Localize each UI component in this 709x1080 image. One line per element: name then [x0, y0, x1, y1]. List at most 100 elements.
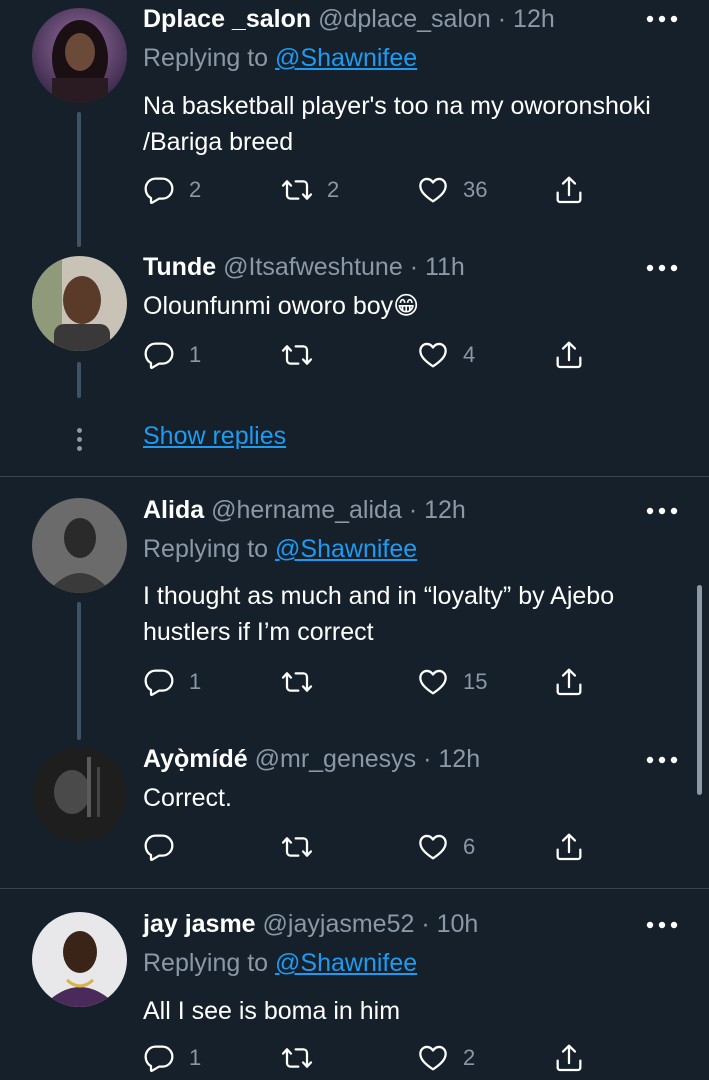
like-button[interactable]: 2 — [417, 1040, 475, 1076]
display-name[interactable]: jay jasme — [143, 910, 256, 938]
retweet-icon — [281, 174, 313, 206]
divider — [0, 476, 709, 477]
reply-icon — [143, 1042, 175, 1074]
tweet-text: Na basketball player's too na my oworons… — [143, 92, 651, 156]
reply-count: 1 — [189, 1045, 202, 1070]
display-name[interactable]: Tunde — [143, 253, 216, 281]
share-icon — [553, 1042, 585, 1074]
heart-icon — [417, 666, 449, 698]
handle[interactable]: @jayjasme52 — [263, 910, 415, 938]
like-count: 6 — [463, 834, 476, 859]
like-count: 15 — [463, 669, 488, 694]
retweet-button[interactable] — [281, 664, 313, 700]
divider — [0, 888, 709, 889]
share-icon — [553, 666, 585, 698]
avatar[interactable] — [32, 8, 127, 103]
display-name[interactable]: Ayọ̀mídé — [143, 745, 248, 773]
like-button[interactable]: 4 — [417, 337, 475, 373]
mention-link[interactable]: @Shawnifee — [275, 949, 417, 977]
like-count: 36 — [463, 177, 488, 202]
timestamp[interactable]: · 10h — [421, 910, 478, 938]
tweet-header: jay jasme @jayjasme52 · 10h — [143, 907, 478, 941]
tweet-header: Ayọ̀mídé @mr_genesys · 12h — [143, 742, 480, 776]
replying-to: Replying to @Shawnifee — [143, 946, 417, 980]
reply-button[interactable] — [143, 829, 175, 865]
share-button[interactable] — [553, 829, 585, 865]
more-icon[interactable] — [645, 504, 679, 518]
heart-icon — [417, 174, 449, 206]
timestamp[interactable]: · 12h — [409, 496, 466, 524]
more-icon[interactable] — [645, 12, 679, 26]
replying-to-label: Replying to — [143, 44, 276, 72]
replying-to: Replying to @Shawnifee — [143, 41, 417, 75]
thread-line — [77, 602, 81, 740]
reply-count: 1 — [189, 669, 202, 694]
retweet-button[interactable] — [281, 1040, 313, 1076]
avatar[interactable] — [32, 747, 127, 842]
retweet-icon — [281, 831, 313, 863]
show-replies-link[interactable]: Show replies — [143, 422, 286, 451]
retweet-button[interactable] — [281, 829, 313, 865]
reply-icon — [143, 174, 175, 206]
like-button[interactable]: 36 — [417, 172, 487, 208]
retweet-icon — [281, 1042, 313, 1074]
thread-line — [77, 362, 81, 398]
avatar[interactable] — [32, 498, 127, 593]
tweet-header: Alida @hername_alida · 12h — [143, 493, 466, 527]
like-button[interactable]: 6 — [417, 829, 475, 865]
timestamp[interactable]: · 12h — [423, 745, 480, 773]
share-button[interactable] — [553, 1040, 585, 1076]
reply-count: 2 — [189, 177, 202, 202]
tweet-text: Olounfunmi oworo boy😁 — [143, 292, 420, 320]
reply-button[interactable]: 1 — [143, 1040, 201, 1076]
reply-button[interactable]: 1 — [143, 337, 201, 373]
tweet-header: Tunde @Itsafweshtune · 11h — [143, 250, 465, 284]
replying-to: Replying to @Shawnifee — [143, 532, 417, 566]
share-button[interactable] — [553, 337, 585, 373]
like-button[interactable]: 15 — [417, 664, 487, 700]
tweet-text: All I see is boma in him — [143, 997, 401, 1025]
reply-icon — [143, 831, 175, 863]
heart-icon — [417, 339, 449, 371]
heart-icon — [417, 1042, 449, 1074]
scrollbar[interactable] — [697, 585, 702, 795]
timestamp[interactable]: · 12h — [498, 5, 555, 33]
handle[interactable]: @hername_alida — [211, 496, 402, 524]
retweet-button[interactable] — [281, 337, 313, 373]
mention-link[interactable]: @Shawnifee — [275, 44, 417, 72]
handle[interactable]: @dplace_salon — [318, 5, 491, 33]
reply-button[interactable]: 2 — [143, 172, 201, 208]
handle[interactable]: @Itsafweshtune — [223, 253, 403, 281]
like-count: 2 — [463, 1045, 476, 1070]
thread-line — [77, 112, 81, 247]
tweet-text: Correct. — [143, 784, 232, 812]
like-count: 4 — [463, 342, 476, 367]
share-button[interactable] — [553, 664, 585, 700]
display-name[interactable]: Dplace _salon — [143, 5, 311, 33]
retweet-count: 2 — [327, 177, 340, 202]
share-icon — [553, 831, 585, 863]
more-icon[interactable] — [645, 261, 679, 275]
timestamp[interactable]: · 11h — [410, 253, 465, 281]
share-icon — [553, 174, 585, 206]
handle[interactable]: @mr_genesys — [255, 745, 417, 773]
tweet-header: Dplace _salon @dplace_salon · 12h — [143, 2, 555, 36]
reply-icon — [143, 339, 175, 371]
replying-to-label: Replying to — [143, 949, 276, 977]
tweet-text: I thought as much and in “loyalty” by Aj… — [143, 582, 615, 646]
retweet-icon — [281, 339, 313, 371]
more-icon[interactable] — [645, 753, 679, 767]
avatar[interactable] — [32, 256, 127, 351]
display-name[interactable]: Alida — [143, 496, 204, 524]
mention-link[interactable]: @Shawnifee — [275, 535, 417, 563]
share-icon — [553, 339, 585, 371]
reply-button[interactable]: 1 — [143, 664, 201, 700]
more-icon[interactable] — [645, 918, 679, 932]
reply-count: 1 — [189, 342, 202, 367]
retweet-icon — [281, 666, 313, 698]
share-button[interactable] — [553, 172, 585, 208]
heart-icon — [417, 831, 449, 863]
avatar[interactable] — [32, 912, 127, 1007]
more-replies-dots — [73, 428, 85, 455]
retweet-button[interactable]: 2 — [281, 172, 339, 208]
